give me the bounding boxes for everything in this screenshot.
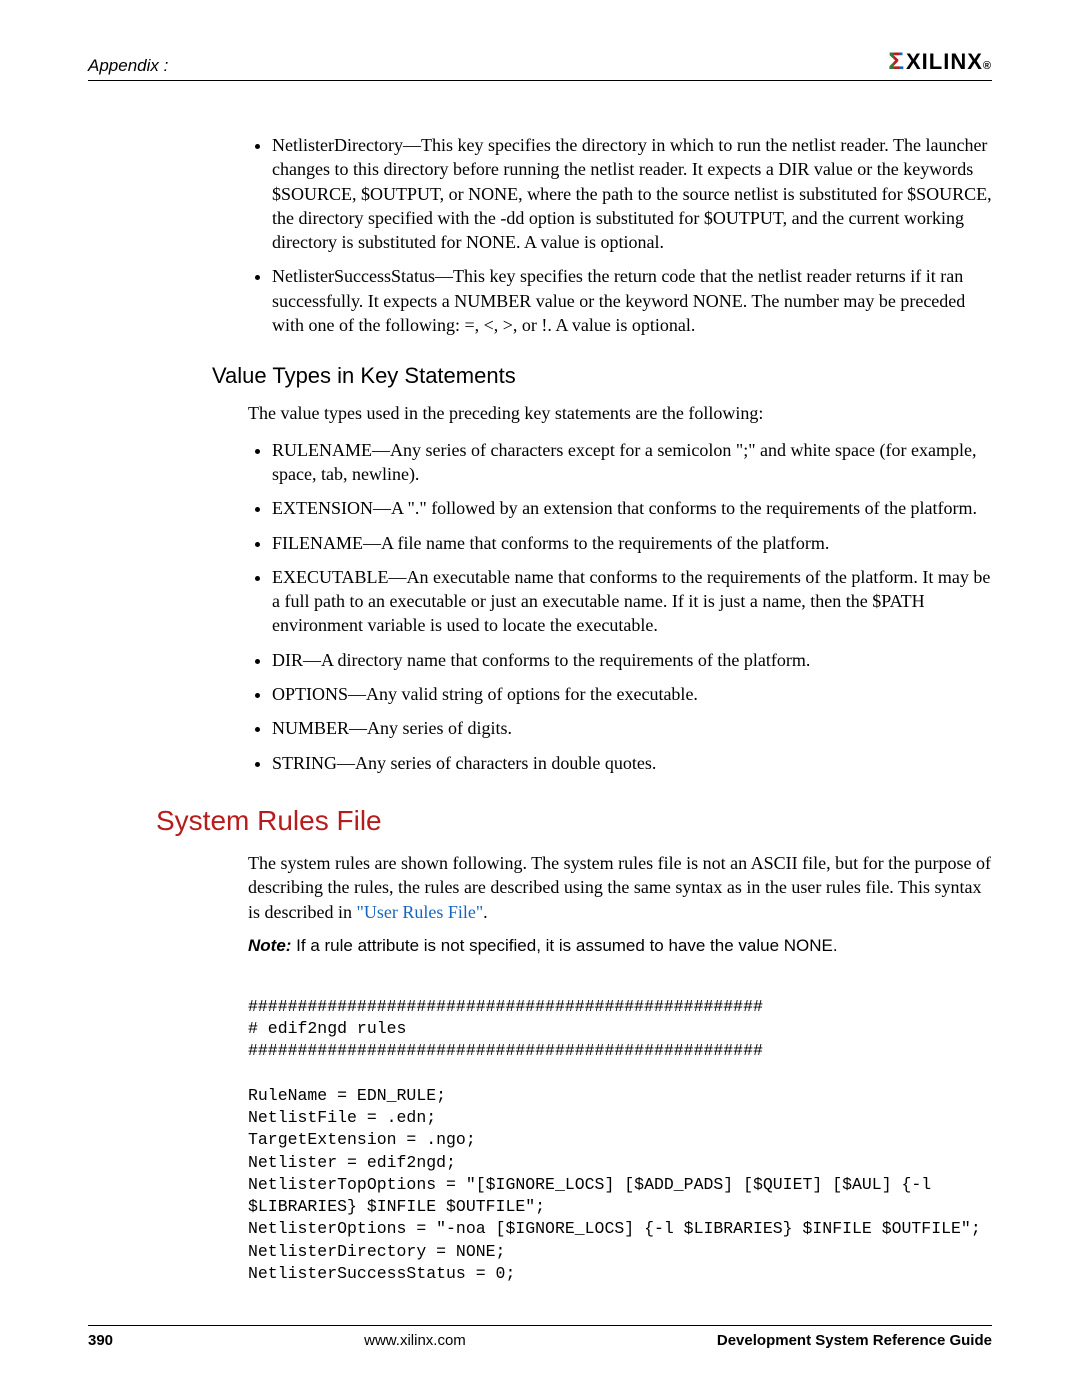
list-item: EXTENSION—A "." followed by an extension… <box>272 496 992 520</box>
list-item: OPTIONS—Any valid string of options for … <box>272 682 992 706</box>
page-number: 390 <box>88 1332 113 1349</box>
list-item: DIR—A directory name that conforms to th… <box>272 648 992 672</box>
code-block: ########################################… <box>248 996 992 1285</box>
value-types-list: RULENAME—Any series of characters except… <box>248 438 992 775</box>
para-text-post: . <box>483 902 488 922</box>
heading-value-types: Value Types in Key Statements <box>212 363 992 389</box>
note-body: If a rule attribute is not specified, it… <box>291 936 837 955</box>
footer-url[interactable]: www.xilinx.com <box>364 1332 466 1349</box>
user-rules-file-link[interactable]: "User Rules File" <box>356 902 483 922</box>
logo-x-icon: Σ <box>888 48 905 76</box>
list-item: NetlisterSuccessStatus—This key specifie… <box>272 264 992 337</box>
note-label: Note: <box>248 936 291 955</box>
value-types-intro: The value types used in the preceding ke… <box>248 401 992 425</box>
list-item: STRING—Any series of characters in doubl… <box>272 751 992 775</box>
footer-doc-title: Development System Reference Guide <box>717 1332 992 1349</box>
list-item: FILENAME—A file name that conforms to th… <box>272 531 992 555</box>
note: Note: If a rule attribute is not specifi… <box>248 936 992 956</box>
logo-registered-icon: ® <box>983 60 992 72</box>
list-item: EXECUTABLE—An executable name that confo… <box>272 565 992 638</box>
heading-system-rules: System Rules File <box>88 805 992 837</box>
page-body: NetlisterDirectory—This key specifies th… <box>88 81 992 1285</box>
page-footer: 390 www.xilinx.com Development System Re… <box>88 1325 992 1349</box>
list-item: NetlisterDirectory—This key specifies th… <box>272 133 992 254</box>
list-item: RULENAME—Any series of characters except… <box>272 438 992 487</box>
logo-text: XILINX <box>906 49 983 75</box>
list-item: NUMBER—Any series of digits. <box>272 716 992 740</box>
xilinx-logo: Σ XILINX ® <box>889 48 992 76</box>
system-rules-para: The system rules are shown following. Th… <box>248 851 992 924</box>
intro-bullet-list: NetlisterDirectory—This key specifies th… <box>248 133 992 337</box>
page-header: Appendix : Σ XILINX ® <box>88 48 992 81</box>
appendix-label: Appendix : <box>88 56 168 76</box>
